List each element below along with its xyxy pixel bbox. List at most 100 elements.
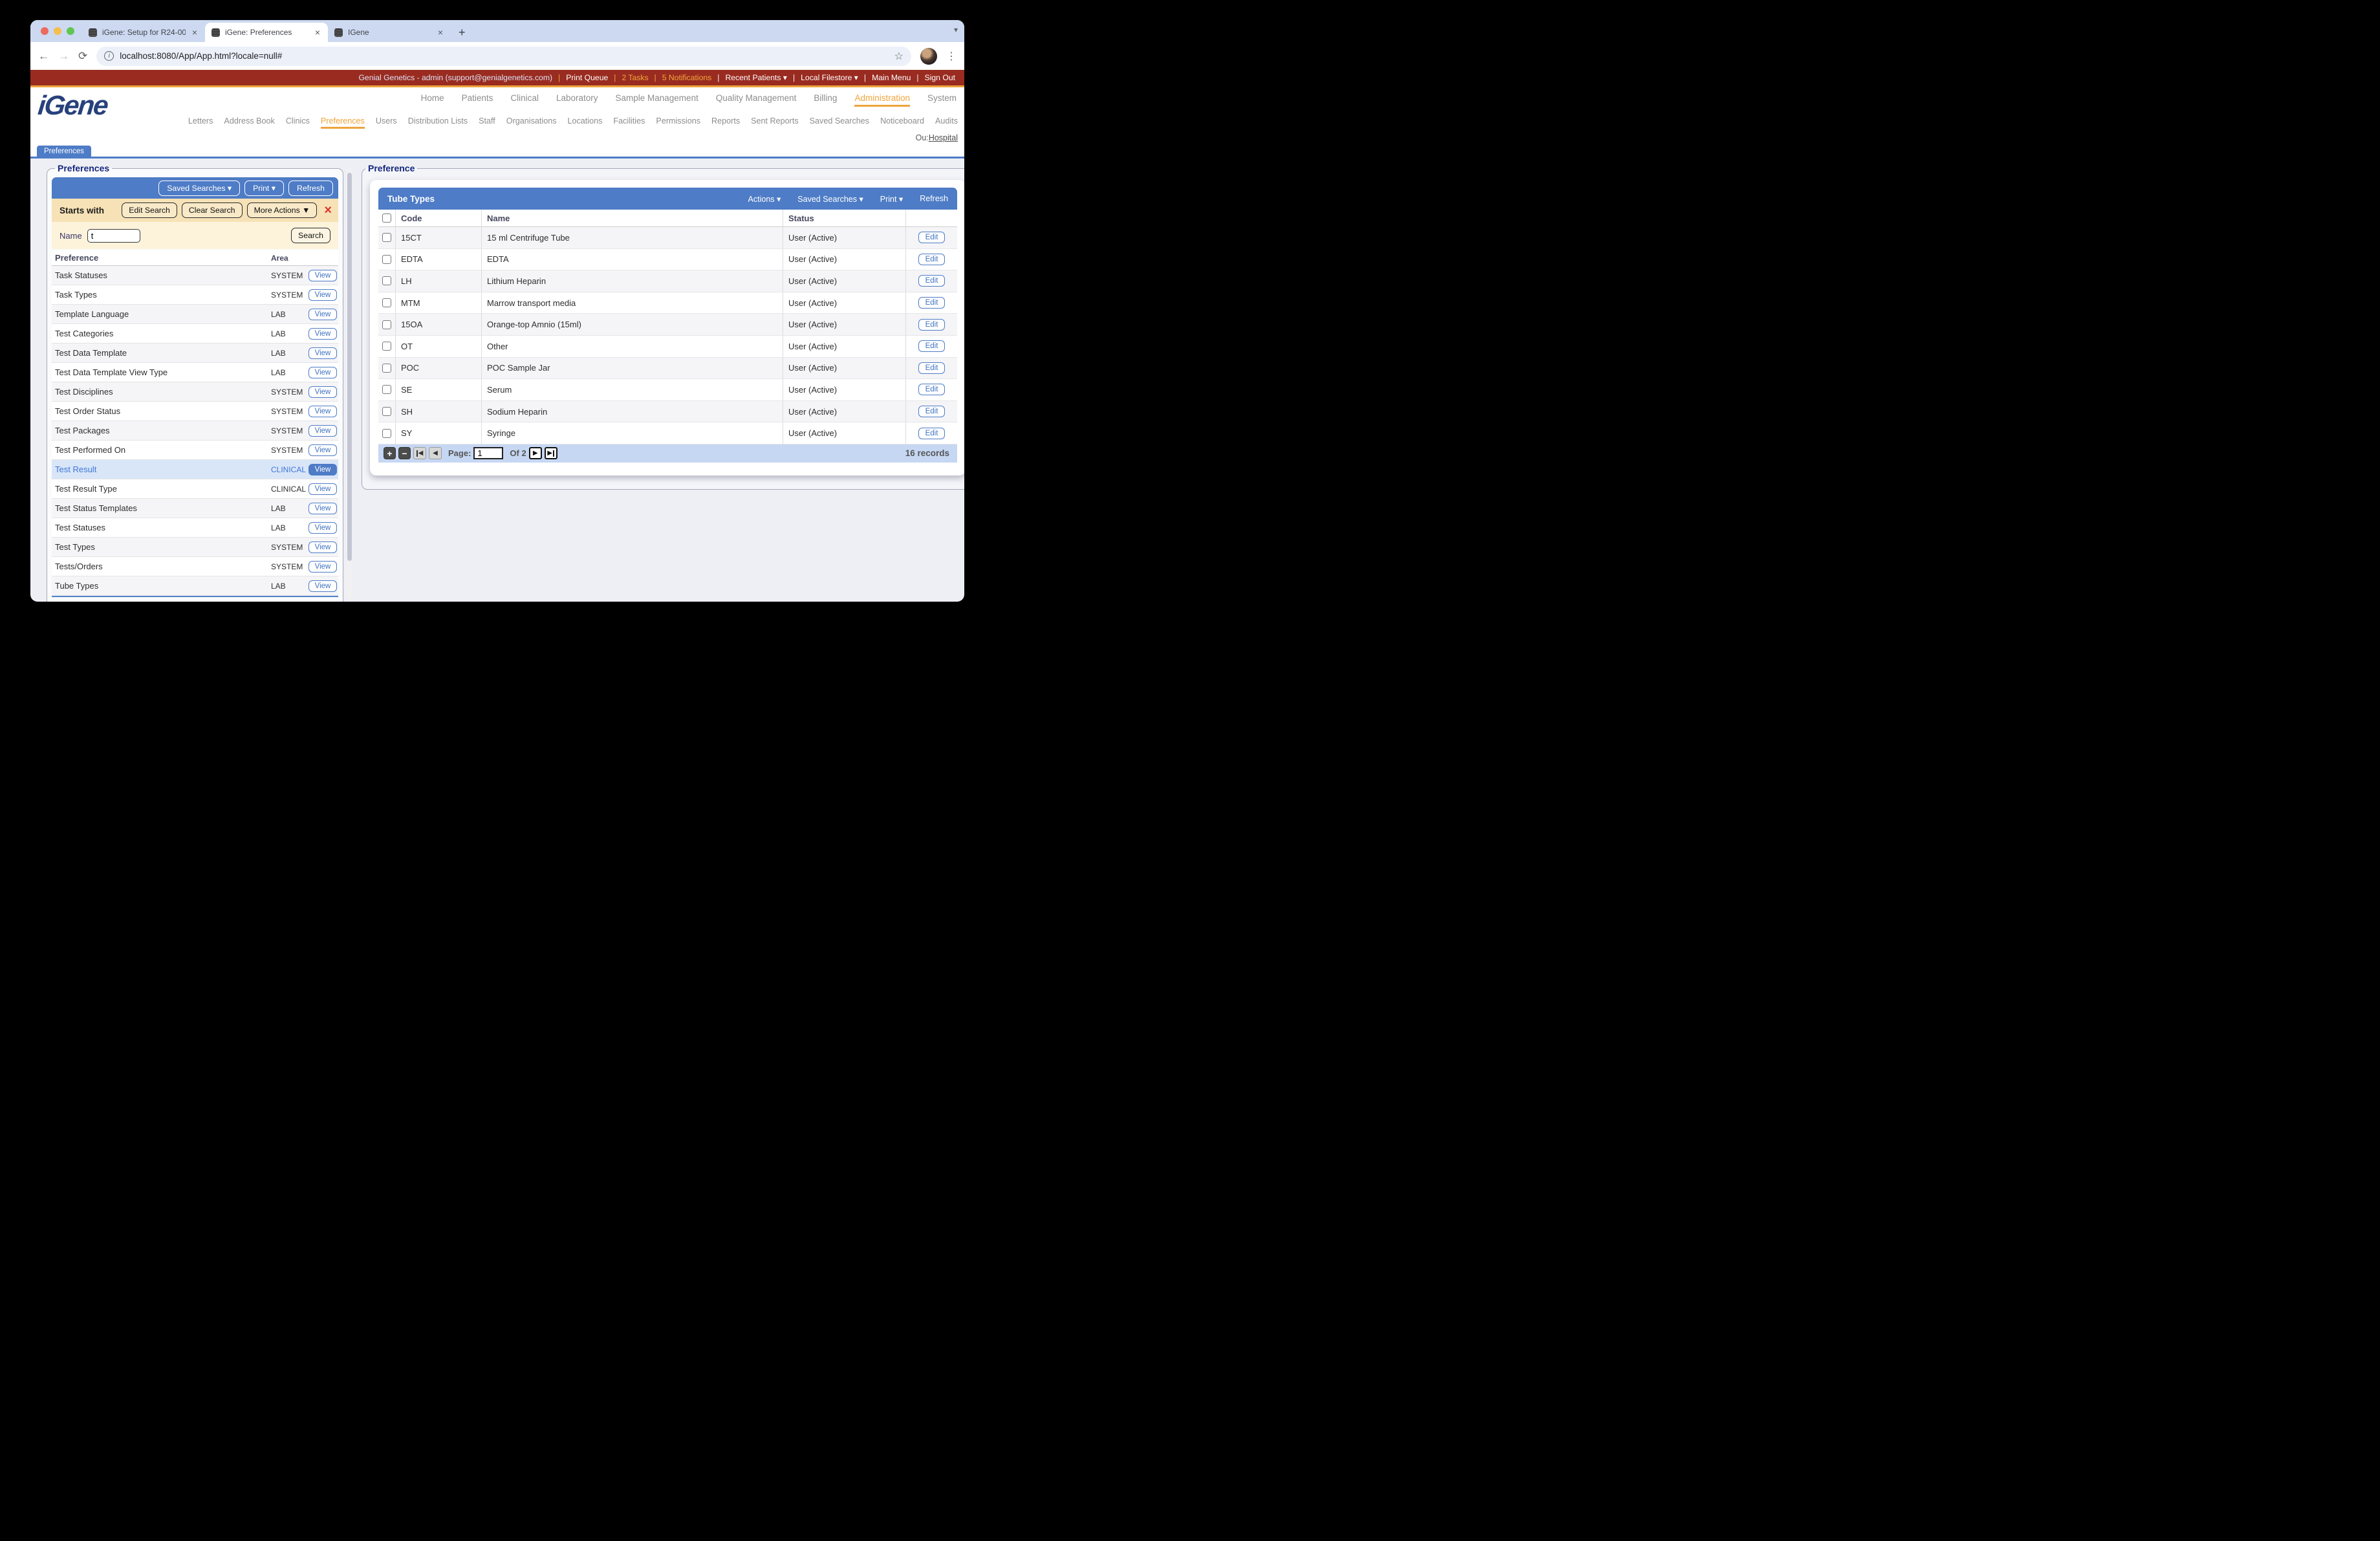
actions-menu[interactable]: Actions ▾	[748, 194, 781, 204]
preference-row[interactable]: Test Status Templates LAB View	[52, 499, 338, 518]
scrollbar-thumb[interactable]	[347, 173, 352, 561]
preference-row[interactable]: Test Types SYSTEM View	[52, 538, 338, 557]
prev-page-icon[interactable]: ◀	[429, 447, 442, 460]
tab-close-icon[interactable]: ×	[314, 27, 321, 38]
edit-search-button[interactable]: Edit Search	[122, 202, 177, 218]
tab-close-icon[interactable]: ×	[437, 27, 444, 38]
row-checkbox[interactable]	[382, 342, 391, 351]
preference-row[interactable]: Test Categories LAB View	[52, 324, 338, 344]
site-info-icon[interactable]: i	[104, 51, 114, 61]
main-nav-sample-management[interactable]: Sample Management	[616, 93, 698, 107]
sub-nav-reports[interactable]: Reports	[711, 116, 740, 129]
browser-tab[interactable]: iGene: Setup for R24-001X ×	[82, 23, 205, 42]
first-page-icon[interactable]: ◀	[413, 447, 426, 460]
saved-searches-menu[interactable]: Saved Searches ▾	[797, 194, 863, 204]
add-row-icon[interactable]: +	[384, 447, 396, 460]
preference-row[interactable]: Test Result CLINICAL View	[52, 460, 338, 479]
sub-nav-facilities[interactable]: Facilities	[613, 116, 645, 129]
view-button[interactable]: View	[308, 463, 338, 475]
main-nav-administration[interactable]: Administration	[854, 93, 910, 107]
preference-row[interactable]: Test Statuses LAB View	[52, 518, 338, 538]
view-button[interactable]: View	[308, 405, 338, 417]
address-bar[interactable]: i localhost:8080/App/App.html?locale=nul…	[96, 46, 911, 66]
view-button[interactable]: View	[308, 502, 338, 514]
view-button[interactable]: View	[308, 289, 338, 301]
page-tab-preferences[interactable]: Preferences	[37, 146, 92, 157]
main-menu-link[interactable]: Main Menu	[872, 73, 911, 82]
main-nav-system[interactable]: System	[927, 93, 957, 107]
more-actions-button[interactable]: More Actions ▼	[246, 202, 318, 218]
view-button[interactable]: View	[308, 269, 338, 281]
clear-search-button[interactable]: Clear Search	[181, 202, 243, 218]
print-menu[interactable]: Print ▾	[880, 194, 903, 204]
remove-row-icon[interactable]: −	[398, 447, 411, 460]
tube-type-row[interactable]: POC POC Sample Jar User (Active) Edit	[378, 357, 957, 380]
main-nav-patients[interactable]: Patients	[462, 93, 493, 107]
local-filestore-menu[interactable]: Local Filestore ▾	[801, 73, 858, 82]
view-button[interactable]: View	[308, 347, 338, 359]
tube-type-row[interactable]: 15OA Orange-top Amnio (15ml) User (Active)…	[378, 314, 957, 336]
page-input[interactable]	[473, 447, 504, 460]
row-checkbox[interactable]	[382, 428, 391, 438]
edit-button[interactable]: Edit	[918, 362, 946, 374]
zoom-window-icon[interactable]	[67, 27, 74, 35]
row-checkbox[interactable]	[382, 298, 391, 308]
tube-type-row[interactable]: LH Lithium Heparin User (Active) Edit	[378, 270, 957, 292]
row-checkbox[interactable]	[382, 254, 391, 264]
edit-button[interactable]: Edit	[918, 340, 946, 353]
last-page-icon[interactable]: ▶	[544, 447, 557, 460]
view-button[interactable]: View	[308, 424, 338, 437]
browser-menu-icon[interactable]: ⋮	[946, 50, 957, 63]
preference-row[interactable]: Tube Types LAB View	[52, 576, 338, 596]
tube-type-row[interactable]: EDTA EDTA User (Active) Edit	[378, 248, 957, 271]
next-page-icon[interactable]: ▶	[528, 447, 542, 460]
preference-row[interactable]: Template Language LAB View	[52, 305, 338, 324]
sub-nav-users[interactable]: Users	[376, 116, 397, 129]
reload-icon[interactable]: ⟳	[78, 50, 87, 63]
url-text[interactable]: localhost:8080/App/App.html?locale=null#	[120, 51, 888, 61]
select-all-checkbox[interactable]	[382, 213, 391, 223]
forward-icon[interactable]: →	[58, 50, 69, 63]
main-nav-clinical[interactable]: Clinical	[510, 93, 539, 107]
tab-search-chevron-icon[interactable]: ▾	[954, 25, 958, 34]
preference-row[interactable]: Test Result Type CLINICAL View	[52, 479, 338, 499]
tube-type-row[interactable]: SE Serum User (Active) Edit	[378, 379, 957, 401]
tab-close-icon[interactable]: ×	[191, 27, 199, 38]
edit-button[interactable]: Edit	[918, 297, 946, 309]
tube-type-row[interactable]: SY Syringe User (Active) Edit	[378, 422, 957, 444]
view-button[interactable]: View	[308, 521, 338, 534]
edit-button[interactable]: Edit	[918, 384, 946, 396]
sub-nav-preferences[interactable]: Preferences	[320, 116, 365, 129]
bookmark-star-icon[interactable]: ☆	[894, 50, 903, 63]
minimize-window-icon[interactable]	[54, 27, 61, 35]
print-button[interactable]: Print ▾	[244, 180, 284, 196]
preference-row[interactable]: Test Data Template LAB View	[52, 344, 338, 363]
ou-hospital-link[interactable]: Hospital	[929, 133, 958, 142]
edit-button[interactable]: Edit	[918, 406, 946, 418]
view-button[interactable]: View	[308, 541, 338, 553]
sign-out-link[interactable]: Sign Out	[925, 73, 955, 82]
sub-nav-sent-reports[interactable]: Sent Reports	[751, 116, 799, 129]
tube-type-row[interactable]: OT Other User (Active) Edit	[378, 335, 957, 358]
tube-type-row[interactable]: MTM Marrow transport media User (Active) Ed…	[378, 292, 957, 314]
row-checkbox[interactable]	[382, 233, 391, 243]
view-button[interactable]: View	[308, 444, 338, 456]
edit-button[interactable]: Edit	[918, 232, 946, 244]
sub-nav-audits[interactable]: Audits	[935, 116, 958, 129]
edit-button[interactable]: Edit	[918, 318, 946, 331]
view-button[interactable]: View	[308, 386, 338, 398]
main-nav-home[interactable]: Home	[421, 93, 444, 107]
name-input[interactable]	[87, 228, 140, 243]
recent-patients-menu[interactable]: Recent Patients ▾	[725, 73, 787, 82]
search-button[interactable]: Search	[291, 228, 330, 243]
preference-row[interactable]: Test Disciplines SYSTEM View	[52, 382, 338, 402]
row-checkbox[interactable]	[382, 363, 391, 373]
back-icon[interactable]: ←	[38, 50, 49, 63]
sub-nav-address-book[interactable]: Address Book	[224, 116, 274, 129]
sub-nav-locations[interactable]: Locations	[568, 116, 603, 129]
sub-nav-noticeboard[interactable]: Noticeboard	[880, 116, 924, 129]
view-button[interactable]: View	[308, 483, 338, 495]
sub-nav-clinics[interactable]: Clinics	[286, 116, 310, 129]
tube-type-row[interactable]: SH Sodium Heparin User (Active) Edit	[378, 400, 957, 423]
preference-row[interactable]: Test Order Status SYSTEM View	[52, 402, 338, 421]
